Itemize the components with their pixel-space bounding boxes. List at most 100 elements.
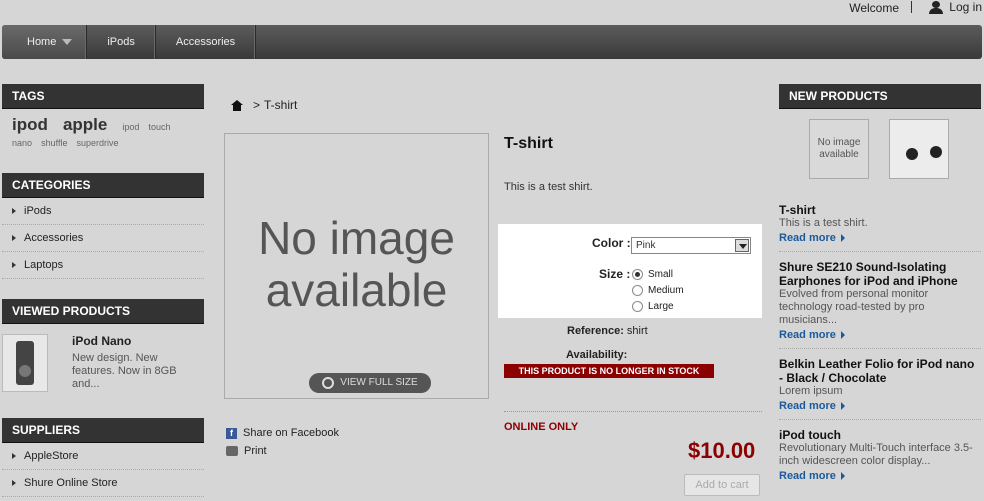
new-product-name[interactable]: T-shirt — [779, 203, 981, 217]
read-more-link[interactable]: Read more — [779, 400, 981, 412]
nav-accessories-label: Accessories — [175, 36, 236, 48]
color-select[interactable]: Pink — [631, 237, 751, 254]
chevron-down-icon — [62, 39, 73, 45]
product-thumbnail[interactable]: No image available — [809, 119, 869, 179]
read-more-label: Read more — [779, 400, 836, 412]
category-item[interactable]: Laptops — [2, 252, 204, 279]
radio-button[interactable] — [632, 285, 643, 296]
product-thumbnail[interactable] — [889, 119, 949, 179]
view-full-size-button[interactable]: VIEW FULL SIZE — [309, 373, 431, 393]
product-options: Color : Pink Size : Small Medium Large — [498, 224, 762, 318]
read-more-label: Read more — [779, 329, 836, 341]
ipod-image — [16, 341, 34, 385]
divider — [911, 1, 912, 13]
welcome-text: Welcome — [849, 1, 899, 15]
arrow-right-icon — [840, 234, 845, 242]
top-bar: Welcome Log in — [0, 0, 984, 22]
arrow-right-icon — [840, 331, 845, 339]
home-icon[interactable] — [231, 99, 243, 111]
suppliers-block: SUPPLIERS AppleStore Shure Online Store — [2, 418, 204, 497]
zoom-icon — [322, 377, 335, 389]
suppliers-title: SUPPLIERS — [2, 418, 204, 443]
tag-link[interactable]: nano — [12, 138, 32, 148]
read-more-link[interactable]: Read more — [779, 470, 981, 482]
categories-block: CATEGORIES iPods Accessories Laptops — [2, 173, 204, 279]
tag-link[interactable]: apple — [63, 115, 107, 134]
category-item[interactable]: iPods — [2, 198, 204, 225]
new-product-desc: Revolutionary Multi-Touch interface 3.5-… — [779, 442, 973, 467]
login-link[interactable]: Log in — [929, 0, 982, 14]
nav-home-label: Home — [27, 36, 57, 48]
facebook-icon: f — [226, 427, 237, 439]
tags-block: TAGS ipod apple ipod touch nano shuffle … — [2, 84, 204, 155]
new-product-item: iPod touch Revolutionary Multi-Touch int… — [779, 420, 981, 489]
supplier-item[interactable]: AppleStore — [2, 443, 204, 470]
stock-status-badge: THIS PRODUCT IS NO LONGER IN STOCK — [504, 364, 714, 378]
tag-link[interactable]: superdrive — [77, 138, 119, 148]
nav-home[interactable]: Home — [2, 25, 88, 59]
earphone-image — [930, 146, 942, 158]
tag-link[interactable]: shuffle — [41, 138, 67, 148]
read-more-link[interactable]: Read more — [779, 232, 981, 244]
new-product-name[interactable]: Shure SE210 Sound-Isolating Earphones fo… — [779, 260, 981, 288]
no-image-line2: available — [265, 264, 448, 316]
viewed-product-item[interactable]: iPod Nano New design. New features. Now … — [2, 324, 204, 392]
new-product-desc: Lorem ipsum — [779, 385, 843, 397]
reference: Reference: shirt — [567, 325, 648, 337]
size-option-small[interactable]: Small — [632, 269, 673, 280]
viewed-product-desc: New design. New features. Now in 8GB and… — [72, 352, 177, 390]
new-product-item: T-shirt This is a test shirt. Read more — [779, 203, 981, 252]
login-label: Log in — [949, 0, 982, 14]
arrow-right-icon — [840, 402, 845, 410]
new-products-block: NEW PRODUCTS No image available T-shirt … — [779, 84, 981, 489]
size-option-label: Small — [648, 269, 674, 280]
tag-link[interactable]: ipod — [122, 122, 139, 132]
new-product-item: Shure SE210 Sound-Isolating Earphones fo… — [779, 252, 981, 349]
product-thumbnail[interactable] — [2, 334, 48, 392]
product-description: This is a test shirt. — [504, 181, 593, 193]
no-image-placeholder: No image available — [225, 212, 488, 316]
availability-label: Availability: — [566, 349, 628, 361]
print-link[interactable]: Print — [226, 442, 339, 460]
product-title: T-shirt — [504, 135, 553, 152]
nav-accessories[interactable]: Accessories — [156, 25, 257, 59]
print-icon — [226, 446, 238, 456]
supplier-item[interactable]: Shure Online Store — [2, 470, 204, 497]
online-only-label: ONLINE ONLY — [504, 421, 579, 433]
breadcrumb-separator: > — [253, 98, 261, 112]
reference-value: shirt — [626, 325, 648, 337]
divider — [504, 411, 762, 412]
tag-link[interactable]: ipod — [12, 115, 48, 134]
earphone-image — [906, 148, 918, 160]
new-products-title: NEW PRODUCTS — [779, 84, 981, 109]
viewed-product-name[interactable]: iPod Nano — [72, 334, 182, 348]
nav-ipods[interactable]: iPods — [87, 25, 156, 59]
new-product-item: Belkin Leather Folio for iPod nano - Bla… — [779, 349, 981, 420]
tag-cloud: ipod apple ipod touch nano shuffle super… — [2, 109, 204, 155]
print-label: Print — [244, 445, 267, 457]
read-more-link[interactable]: Read more — [779, 329, 981, 341]
size-option-label: Large — [648, 301, 674, 312]
share-facebook-link[interactable]: f Share on Facebook — [226, 424, 339, 442]
new-product-name[interactable]: Belkin Leather Folio for iPod nano - Bla… — [779, 357, 981, 385]
breadcrumb-current: T-shirt — [264, 98, 298, 112]
category-item[interactable]: Accessories — [2, 225, 204, 252]
share-links: f Share on Facebook Print — [226, 424, 339, 460]
view-full-size-label: VIEW FULL SIZE — [340, 377, 418, 388]
read-more-label: Read more — [779, 232, 836, 244]
size-option-large[interactable]: Large — [632, 301, 674, 312]
tag-link[interactable]: touch — [149, 122, 171, 132]
add-to-cart-button[interactable]: Add to cart — [684, 474, 760, 496]
main-nav: Home iPods Accessories — [2, 25, 982, 59]
nav-ipods-label: iPods — [107, 36, 135, 48]
user-icon — [929, 0, 944, 14]
color-select-value: Pink — [636, 240, 656, 251]
product-image[interactable]: No image available VIEW FULL SIZE — [224, 133, 489, 399]
categories-title: CATEGORIES — [2, 173, 204, 198]
radio-button[interactable] — [632, 301, 643, 312]
chevron-down-icon[interactable] — [735, 239, 749, 252]
size-option-medium[interactable]: Medium — [632, 285, 684, 296]
radio-button[interactable] — [632, 269, 643, 280]
tags-title: TAGS — [2, 84, 204, 109]
new-product-name[interactable]: iPod touch — [779, 428, 981, 442]
